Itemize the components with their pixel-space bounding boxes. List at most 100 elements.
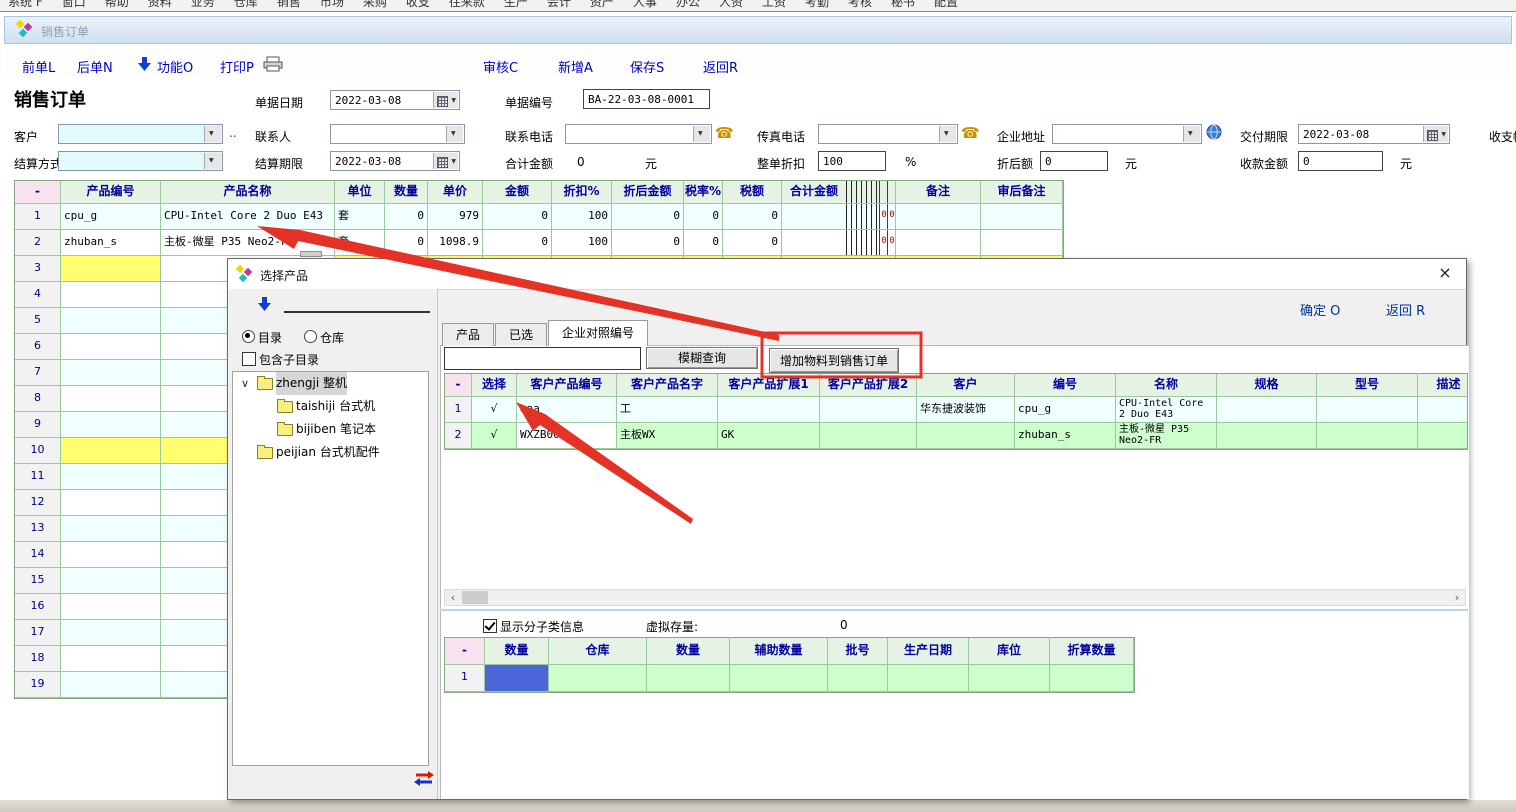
chevron-down-icon[interactable]	[446, 126, 463, 142]
col-header[interactable]: 型号	[1317, 374, 1418, 396]
col-header[interactable]: 单位	[335, 181, 385, 203]
menu-item[interactable]: 考核	[848, 0, 872, 10]
grid-hscrollbar-thumb[interactable]	[300, 251, 322, 257]
expand-arrow-icon[interactable]: ∨	[241, 372, 249, 395]
customer-select[interactable]	[58, 124, 223, 144]
telephone-icon[interactable]: ☎	[715, 124, 734, 142]
tab-product[interactable]: 产品	[442, 323, 494, 346]
cell-location[interactable]	[969, 665, 1050, 691]
col-header[interactable]: 产品名称	[161, 181, 335, 203]
table-cell[interactable]	[61, 282, 161, 307]
cell-ext2[interactable]	[820, 423, 917, 448]
cell-spec[interactable]	[1217, 397, 1317, 422]
menu-item[interactable]: 资产	[590, 0, 614, 10]
col-header[interactable]: 审后备注	[981, 181, 1063, 203]
col-header[interactable]: 折算数量	[1050, 638, 1134, 664]
table-cell[interactable]	[61, 438, 161, 463]
ok-button[interactable]: 确定 O	[1300, 300, 1340, 319]
cell-discount[interactable]: 100	[552, 204, 612, 229]
table-cell[interactable]	[61, 672, 161, 697]
cell-tax-rate[interactable]: 0	[684, 204, 723, 229]
close-icon[interactable]: ×	[1436, 264, 1454, 282]
menu-item[interactable]: 考勤	[805, 0, 829, 10]
tab-enterprise-code[interactable]: 企业对照编号	[548, 320, 648, 346]
tree-item[interactable]: peijian 台式机配件	[233, 441, 428, 464]
scroll-right-icon[interactable]: ›	[1449, 590, 1465, 605]
cell-selected[interactable]: √	[472, 397, 517, 422]
cell-disc-amount[interactable]: 0	[612, 204, 684, 229]
table-cell[interactable]	[61, 516, 161, 541]
cell-unit[interactable]: 套	[335, 204, 385, 229]
col-header[interactable]: 合计金额	[782, 181, 896, 203]
menu-item[interactable]: 工资	[762, 0, 786, 10]
chevron-down-icon[interactable]	[693, 126, 710, 142]
catalog-radio[interactable]	[242, 330, 255, 343]
cell-unit[interactable]: 套	[335, 230, 385, 255]
cell-product-code[interactable]: cpu_g	[61, 204, 161, 229]
add-material-button[interactable]: 增加物料到销售订单	[769, 348, 899, 373]
cell-code[interactable]: cpu_g	[1015, 397, 1116, 422]
col-header[interactable]: 生产日期	[888, 638, 969, 664]
chevron-down-icon[interactable]	[204, 153, 221, 169]
back-button[interactable]: 返回R	[703, 57, 738, 76]
discount-input[interactable]: 100	[818, 151, 886, 171]
cell-qty-selected[interactable]	[485, 665, 549, 691]
col-header[interactable]: -	[445, 638, 485, 664]
col-header[interactable]: 产品编号	[61, 181, 161, 203]
table-cell[interactable]	[61, 464, 161, 489]
table-cell[interactable]	[61, 308, 161, 333]
settle-date-field[interactable]: 2022-03-08	[330, 151, 460, 171]
col-header[interactable]: 描述	[1418, 374, 1468, 396]
col-header[interactable]: 税额	[723, 181, 782, 203]
col-header[interactable]: 数量	[485, 638, 549, 664]
table-cell[interactable]	[61, 334, 161, 359]
col-header[interactable]: -	[15, 181, 61, 203]
menu-item[interactable]: 办公	[676, 0, 700, 10]
warehouse-radio[interactable]	[304, 330, 317, 343]
calendar-icon[interactable]	[433, 153, 458, 169]
fax-select[interactable]	[818, 124, 958, 144]
menu-item[interactable]: 系统 F	[8, 0, 43, 10]
menu-item[interactable]: 业务	[191, 0, 215, 10]
delivery-date-field[interactable]: 2022-03-08	[1298, 124, 1450, 144]
save-button[interactable]: 保存S	[630, 57, 664, 76]
cell-audit-remark[interactable]	[981, 230, 1063, 255]
cell-spec[interactable]	[1217, 423, 1317, 448]
cell-batch[interactable]	[828, 665, 888, 691]
fuzzy-search-button[interactable]: 模糊查询	[646, 347, 758, 369]
cell-qty[interactable]: 0	[385, 204, 428, 229]
col-header[interactable]: 仓库	[549, 638, 647, 664]
add-button[interactable]: 新增A	[558, 57, 593, 76]
scrollbar-thumb[interactable]	[462, 591, 488, 604]
cell-ext1[interactable]: GK	[718, 423, 820, 448]
table-cell[interactable]	[61, 568, 161, 593]
print-button[interactable]: 打印P	[220, 57, 254, 76]
menu-item[interactable]: 人资	[719, 0, 743, 10]
menu-item[interactable]: 市场	[320, 0, 344, 10]
menu-item[interactable]: 采购	[363, 0, 387, 10]
tree-item[interactable]: bijiben 笔记本	[233, 418, 428, 441]
return-button[interactable]: 返回 R	[1386, 300, 1425, 319]
table-cell[interactable]	[61, 490, 161, 515]
cell-tax[interactable]: 0	[723, 204, 782, 229]
tree-item[interactable]: ∨zhengji 整机	[233, 372, 428, 395]
audit-button[interactable]: 审核C	[483, 57, 518, 76]
cell-model[interactable]	[1317, 397, 1418, 422]
doc-date-field[interactable]: 2022-03-08	[330, 90, 460, 110]
menu-item[interactable]: 配置	[934, 0, 958, 10]
tab-selected[interactable]: 已选	[495, 323, 547, 346]
chevron-down-icon[interactable]	[204, 126, 221, 142]
cell-price[interactable]: 979	[428, 204, 483, 229]
cell-qty[interactable]	[647, 665, 730, 691]
menu-item[interactable]: 销售	[277, 0, 301, 10]
cell-aux-qty[interactable]	[730, 665, 828, 691]
col-header[interactable]: 数量	[385, 181, 428, 203]
cell-conv-qty[interactable]	[1050, 665, 1134, 691]
cell-customer[interactable]: 华东捷波装饰	[917, 397, 1015, 422]
cell-amount[interactable]: 0	[483, 204, 552, 229]
cell-selected[interactable]: √	[472, 423, 517, 448]
chevron-down-icon[interactable]	[1183, 126, 1200, 142]
col-header[interactable]: -	[445, 374, 472, 396]
cell-tax-rate[interactable]: 0	[684, 230, 723, 255]
phone-select[interactable]	[565, 124, 712, 144]
